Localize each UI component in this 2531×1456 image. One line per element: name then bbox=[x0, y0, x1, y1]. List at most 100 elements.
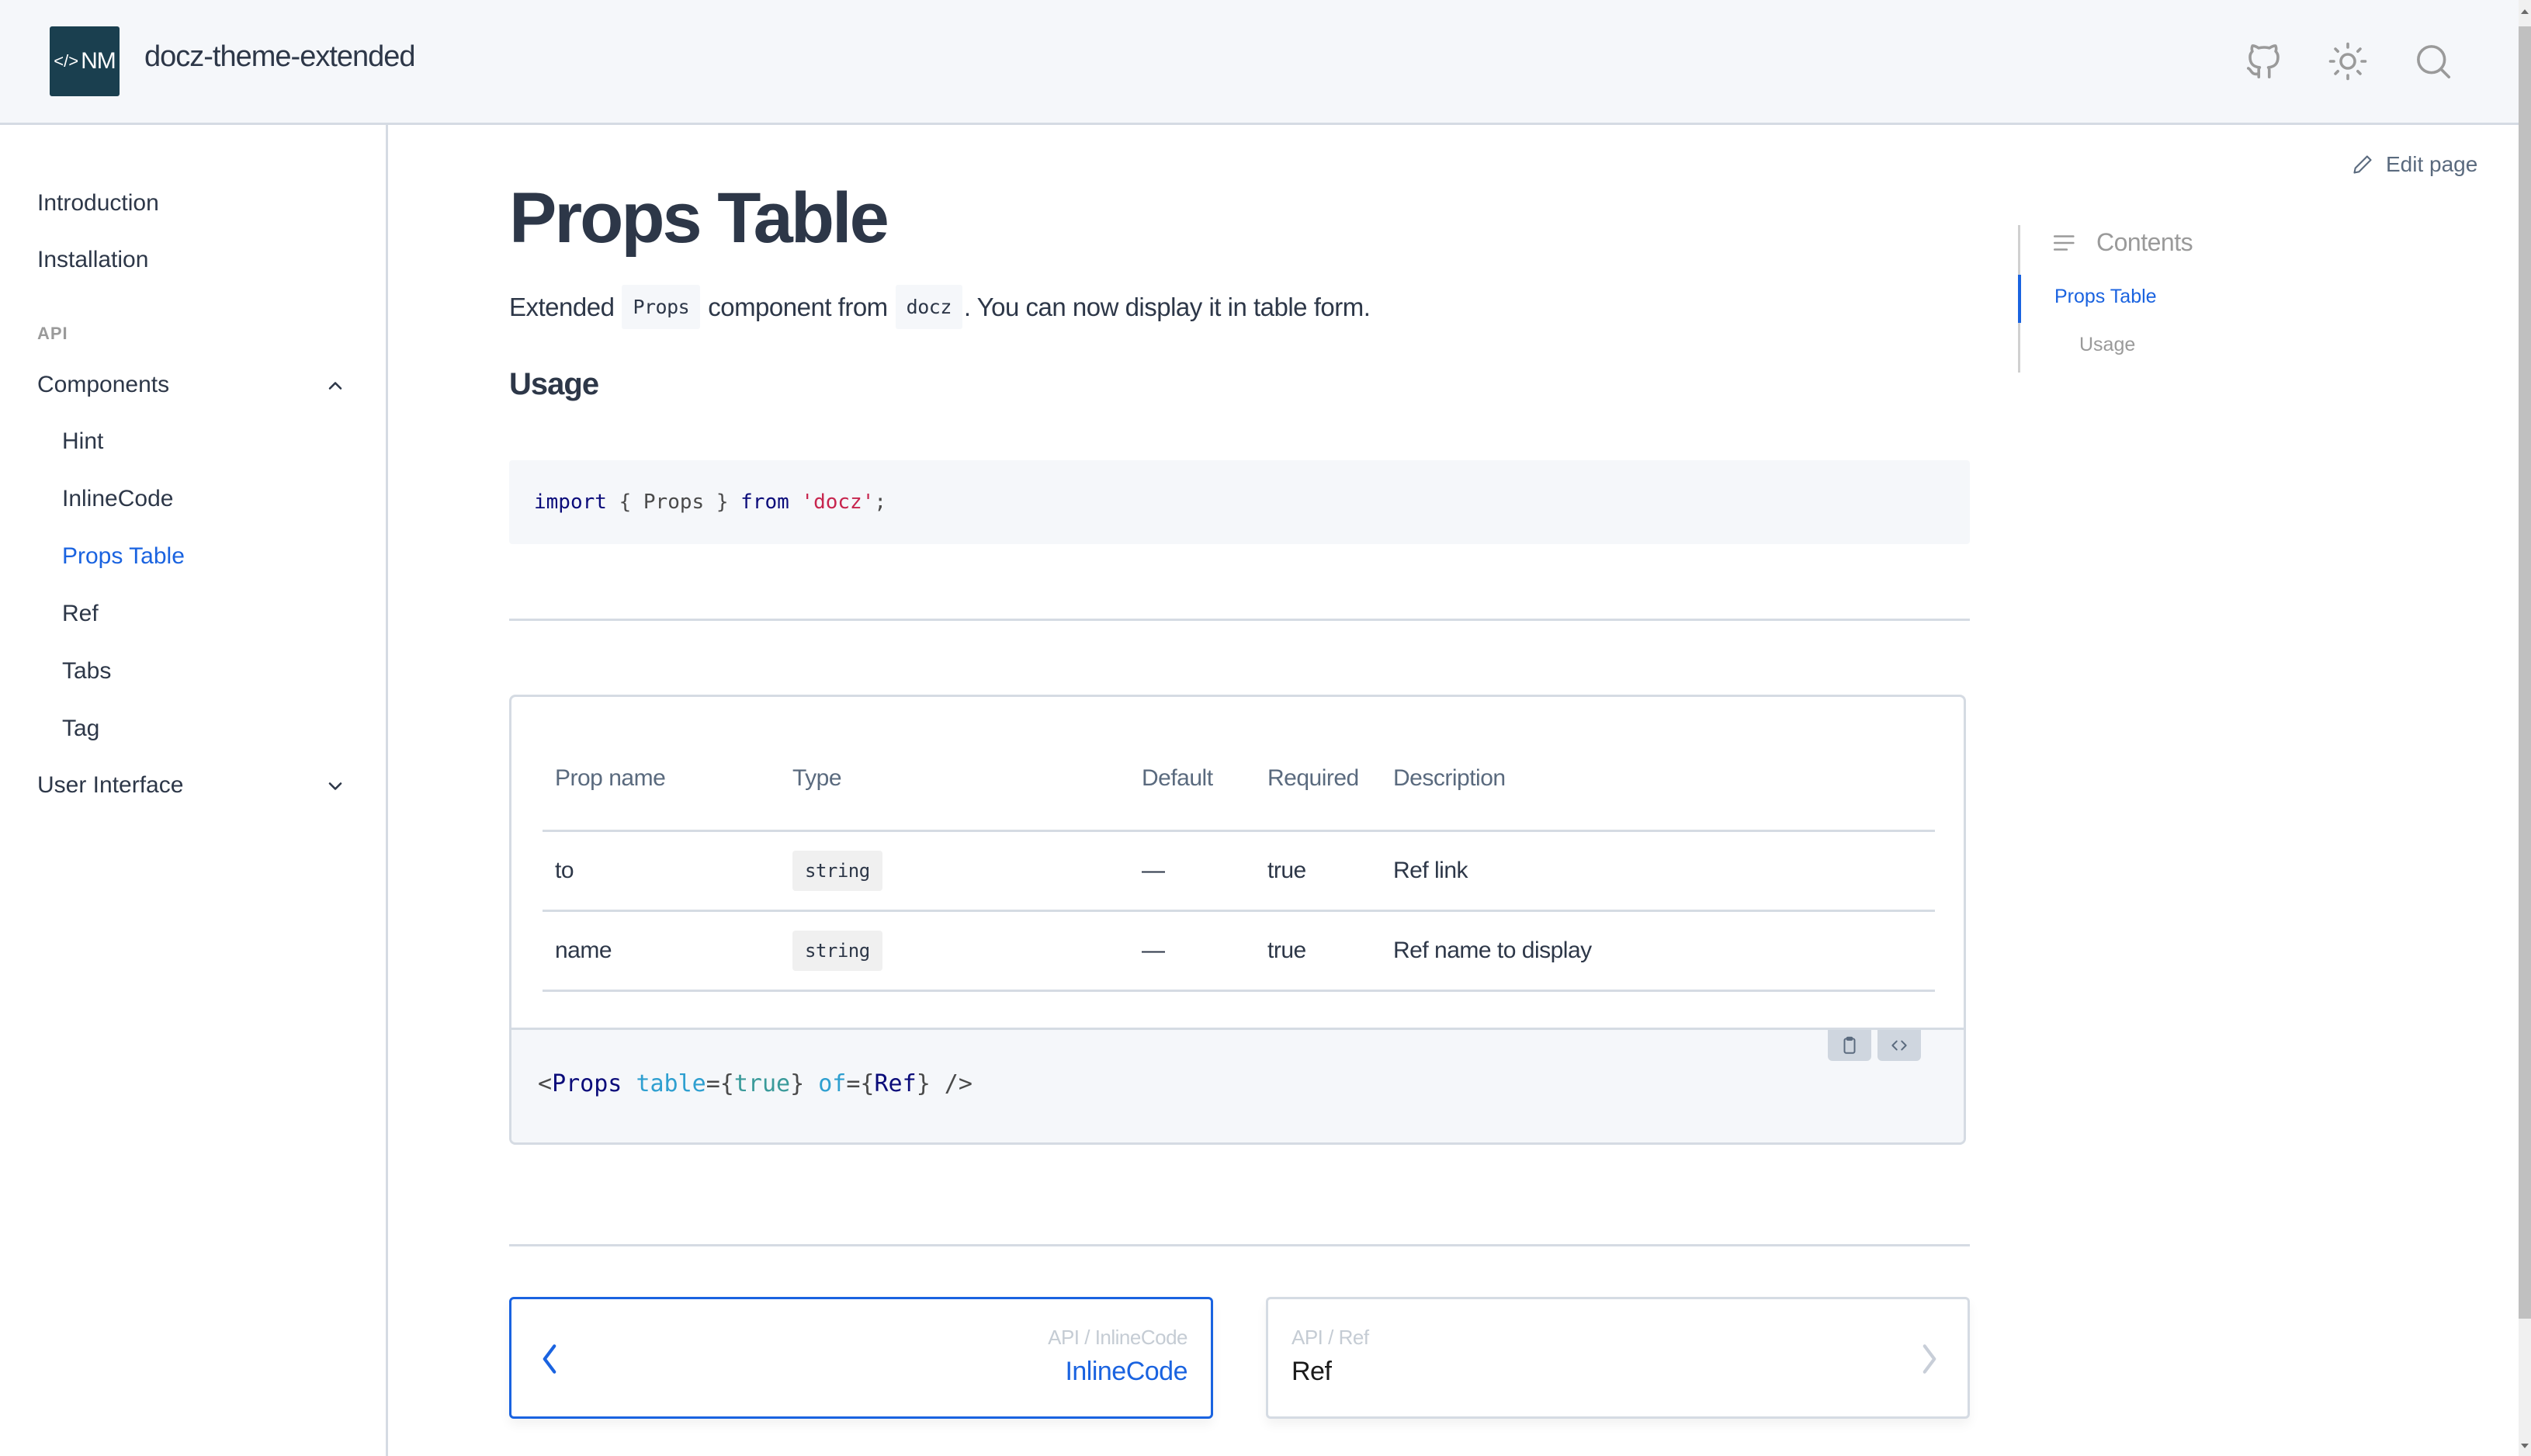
cell-type: string bbox=[780, 830, 1129, 912]
cell-prop-name: to bbox=[543, 830, 780, 912]
table-of-contents: Contents Props Table Usage bbox=[2018, 225, 2328, 373]
chevron-left-icon bbox=[538, 1340, 561, 1378]
code-value-true: true bbox=[733, 1070, 791, 1097]
code-tag: Props bbox=[552, 1070, 622, 1097]
cell-prop-name: name bbox=[543, 910, 780, 992]
cell-default: — bbox=[1129, 830, 1255, 912]
inline-code-docz: docz bbox=[895, 285, 962, 329]
cell-description: Ref name to display bbox=[1381, 910, 1935, 992]
site-title[interactable]: docz-theme-extended bbox=[144, 40, 416, 74]
code-punct: ={ bbox=[846, 1070, 875, 1097]
toc-heading-label: Contents bbox=[2096, 228, 2193, 256]
sidebar-item-inlinecode[interactable]: InlineCode bbox=[62, 486, 173, 512]
column-header-required: Required bbox=[1255, 728, 1381, 832]
live-code-editor[interactable]: <Props table={true} of={Ref} /> bbox=[511, 1028, 1964, 1142]
code-lt: < bbox=[538, 1070, 553, 1097]
copy-code-button[interactable] bbox=[1828, 1030, 1871, 1061]
column-header-type: Type bbox=[780, 728, 1129, 832]
logo-bracket: </> bbox=[54, 51, 79, 71]
pager-breadcrumb: API / InlineCode bbox=[1048, 1326, 1187, 1349]
pager-breadcrumb: API / Ref bbox=[1292, 1326, 1369, 1349]
chevron-right-icon bbox=[1918, 1340, 1941, 1378]
toc-item-props-table[interactable]: Props Table bbox=[2054, 286, 2157, 308]
inline-code-props: Props bbox=[622, 285, 701, 329]
column-header-prop-name: Prop name bbox=[543, 728, 780, 832]
page-title: Props Table bbox=[509, 179, 889, 258]
code-keyword-from: from bbox=[740, 491, 789, 514]
sidebar: Introduction Installation API Components… bbox=[0, 125, 388, 1456]
code-punct: } bbox=[790, 1070, 805, 1097]
search-icon[interactable] bbox=[2412, 40, 2454, 82]
code-punct: } bbox=[704, 491, 741, 514]
next-page-link[interactable]: API / Ref Ref bbox=[1266, 1297, 1970, 1419]
playground: Prop name Type Default Required Descript… bbox=[509, 695, 1966, 1145]
editor-code-line[interactable]: <Props table={true} of={Ref} /> bbox=[538, 1061, 973, 1108]
lead-paragraph: Extended Props component from docz . You… bbox=[509, 285, 1371, 329]
cell-required: true bbox=[1255, 830, 1381, 912]
sidebar-item-tabs[interactable]: Tabs bbox=[62, 658, 111, 685]
cell-type: string bbox=[780, 910, 1129, 992]
sidebar-group-user-interface[interactable]: User Interface bbox=[37, 772, 183, 799]
sidebar-item-props-table[interactable]: Props Table bbox=[62, 543, 185, 570]
pager-title: InlineCode bbox=[1065, 1357, 1187, 1386]
toc-active-indicator bbox=[2018, 275, 2021, 323]
type-chip: string bbox=[792, 930, 882, 971]
table-row: name string — true Ref name to display bbox=[543, 910, 1935, 992]
toggle-code-button[interactable] bbox=[1877, 1030, 1921, 1061]
code-identifier: Props bbox=[643, 491, 705, 514]
props-table: Prop name Type Default Required Descript… bbox=[543, 728, 1935, 992]
divider bbox=[509, 1244, 1970, 1246]
github-icon[interactable] bbox=[2243, 40, 2285, 82]
sidebar-item-introduction[interactable]: Introduction bbox=[37, 190, 159, 217]
lead-text-2: component from bbox=[708, 292, 888, 321]
logo[interactable]: </> NM bbox=[50, 26, 120, 96]
pager-title: Ref bbox=[1292, 1357, 1332, 1386]
code-end: /> bbox=[930, 1070, 973, 1097]
sidebar-item-ref[interactable]: Ref bbox=[62, 601, 99, 627]
chevron-up-icon[interactable] bbox=[324, 375, 346, 397]
code-punct: { bbox=[606, 491, 643, 514]
page-scrollbar[interactable] bbox=[2519, 0, 2531, 1456]
cell-description: Ref link bbox=[1381, 830, 1935, 912]
code-string: 'docz' bbox=[801, 491, 875, 514]
code-icon bbox=[1891, 1040, 1907, 1051]
scrollbar-thumb[interactable] bbox=[2519, 26, 2531, 1319]
sidebar-item-installation[interactable]: Installation bbox=[37, 247, 148, 273]
code-punct: } bbox=[916, 1070, 931, 1097]
chevron-down-icon[interactable] bbox=[324, 775, 346, 797]
code-semicolon: ; bbox=[874, 491, 886, 514]
sidebar-item-hint[interactable]: Hint bbox=[62, 428, 103, 455]
edit-page-link[interactable]: Edit page bbox=[2352, 152, 2477, 177]
type-chip: string bbox=[792, 850, 882, 891]
top-header: </> NM docz-theme-extended bbox=[0, 0, 2519, 125]
pencil-icon bbox=[2353, 155, 2372, 174]
cell-required: true bbox=[1255, 910, 1381, 992]
menu-lines-icon bbox=[2053, 234, 2075, 251]
sidebar-item-tag[interactable]: Tag bbox=[62, 716, 99, 742]
code-punct: ={ bbox=[706, 1070, 734, 1097]
divider bbox=[509, 619, 1970, 621]
code-value-ref: Ref bbox=[874, 1070, 917, 1097]
scroll-down-arrow-icon[interactable] bbox=[2521, 1444, 2529, 1448]
import-code-block: import { Props } from 'docz'; bbox=[509, 460, 1970, 544]
column-header-description: Description bbox=[1381, 728, 1935, 832]
column-header-default: Default bbox=[1129, 728, 1255, 832]
sidebar-section-api: API bbox=[37, 324, 68, 343]
toc-item-usage[interactable]: Usage bbox=[2079, 334, 2135, 356]
lead-text-3: . You can now display it in table form. bbox=[963, 292, 1371, 321]
lead-text-1: Extended bbox=[509, 292, 615, 321]
previous-page-link[interactable]: API / InlineCode InlineCode bbox=[509, 1297, 1213, 1419]
code-keyword-import: import bbox=[534, 491, 607, 514]
code-attr-of: of bbox=[818, 1070, 847, 1097]
code-attr-table: table bbox=[636, 1070, 706, 1097]
sidebar-group-components[interactable]: Components bbox=[37, 372, 169, 398]
table-row: to string — true Ref link bbox=[543, 830, 1935, 912]
logo-text: NM bbox=[81, 48, 116, 74]
sun-icon[interactable] bbox=[2327, 40, 2369, 82]
scroll-up-arrow-icon[interactable] bbox=[2521, 9, 2529, 14]
props-table-header: Prop name Type Default Required Descript… bbox=[543, 728, 1935, 832]
cell-default: — bbox=[1129, 910, 1255, 992]
toc-heading: Contents bbox=[2051, 228, 2193, 257]
edit-page-label: Edit page bbox=[2386, 152, 2478, 176]
clipboard-icon bbox=[1843, 1036, 1856, 1054]
